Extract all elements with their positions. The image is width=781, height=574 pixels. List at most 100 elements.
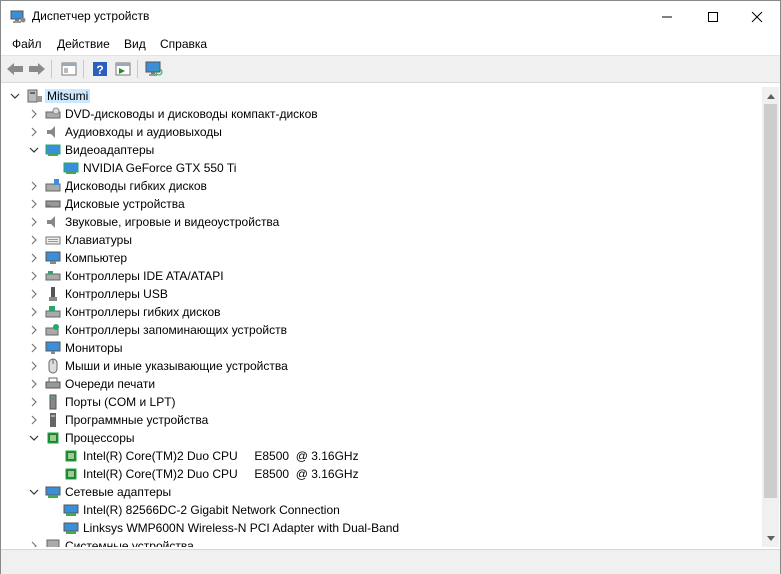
toolbar: ? bbox=[1, 55, 780, 83]
device-label: Intel(R) Core(TM)2 Duo CPU E8500 @ 3.16G… bbox=[83, 467, 359, 481]
tree-category-row[interactable]: Дисководы гибких дисков bbox=[1, 177, 761, 195]
toolbar-separator bbox=[51, 60, 52, 78]
window-title: Диспетчер устройств bbox=[32, 9, 150, 23]
help-button[interactable]: ? bbox=[90, 59, 110, 79]
tree-device-row[interactable]: Intel(R) Core(TM)2 Duo CPU E8500 @ 3.16G… bbox=[1, 447, 761, 465]
tree-category-row[interactable]: Мыши и иные указывающие устройства bbox=[1, 357, 761, 375]
tree-category-row[interactable]: Очереди печати bbox=[1, 375, 761, 393]
device-manager-app-icon bbox=[10, 10, 26, 24]
category-label: Дисковые устройства bbox=[65, 197, 185, 211]
expand-chevron-icon[interactable] bbox=[28, 324, 40, 336]
tree-category-row[interactable]: Контроллеры USB bbox=[1, 285, 761, 303]
expand-chevron-icon[interactable] bbox=[28, 378, 40, 390]
category-label: DVD-дисководы и дисководы компакт-дисков bbox=[65, 107, 318, 121]
properties-button[interactable] bbox=[113, 59, 133, 79]
category-label: Программные устройства bbox=[65, 413, 209, 427]
title-bar[interactable]: Диспетчер устройств bbox=[1, 1, 780, 33]
tree-device-row[interactable]: Intel(R) 82566DC-2 Gigabit Network Conne… bbox=[1, 501, 761, 519]
tree-device-row[interactable]: NVIDIA GeForce GTX 550 Ti bbox=[1, 159, 761, 177]
expand-chevron-icon[interactable] bbox=[28, 414, 40, 426]
tree-category-row[interactable]: Клавиатуры bbox=[1, 231, 761, 249]
category-label: Системные устройства bbox=[65, 539, 194, 547]
storage-controller-icon bbox=[45, 322, 61, 338]
close-button[interactable] bbox=[734, 1, 780, 33]
network-adapter-icon bbox=[63, 520, 79, 536]
tree-device-row[interactable]: Linksys WMP600N Wireless-N PCI Adapter w… bbox=[1, 519, 761, 537]
software-device-icon bbox=[45, 412, 61, 428]
floppy-drive-icon bbox=[45, 178, 61, 194]
network-adapter-icon bbox=[63, 502, 79, 518]
expand-chevron-icon[interactable] bbox=[28, 396, 40, 408]
tree-category-row[interactable]: Контроллеры IDE ATA/ATAPI bbox=[1, 267, 761, 285]
tree-device-row[interactable]: Intel(R) Core(TM)2 Duo CPU E8500 @ 3.16G… bbox=[1, 465, 761, 483]
collapse-chevron-icon[interactable] bbox=[28, 144, 40, 156]
expand-chevron-icon[interactable] bbox=[28, 288, 40, 300]
forward-button[interactable] bbox=[27, 59, 47, 79]
collapse-chevron-icon[interactable] bbox=[28, 486, 40, 498]
show-hide-console-tree-button[interactable] bbox=[59, 59, 79, 79]
menu-file[interactable]: Файл bbox=[10, 37, 44, 51]
scrollbar-thumb[interactable] bbox=[764, 104, 777, 498]
tree-root-row[interactable]: Mitsumi bbox=[1, 87, 761, 105]
expand-chevron-icon[interactable] bbox=[28, 360, 40, 372]
device-tree[interactable]: Mitsumi DVD-дисководы и дисководы компак… bbox=[1, 85, 762, 547]
tree-category-row[interactable]: Сетевые адаптеры bbox=[1, 483, 761, 501]
scroll-up-button[interactable] bbox=[762, 87, 779, 104]
tree-category-row[interactable]: Мониторы bbox=[1, 339, 761, 357]
tree-category-row[interactable]: Программные устройства bbox=[1, 411, 761, 429]
tree-category-row[interactable]: Контроллеры гибких дисков bbox=[1, 303, 761, 321]
properties-icon bbox=[115, 62, 131, 76]
expand-chevron-icon[interactable] bbox=[28, 342, 40, 354]
computer-icon bbox=[27, 88, 43, 104]
device-manager-window: Диспетчер устройств Файл Действие Вид Сп… bbox=[0, 0, 781, 574]
expand-chevron-icon[interactable] bbox=[28, 216, 40, 228]
floppy-controller-icon bbox=[45, 304, 61, 320]
category-label: Дисководы гибких дисков bbox=[65, 179, 207, 193]
minimize-icon bbox=[662, 16, 672, 18]
expand-chevron-icon[interactable] bbox=[28, 306, 40, 318]
expand-chevron-icon[interactable] bbox=[28, 126, 40, 138]
category-label: Порты (COM и LPT) bbox=[65, 395, 176, 409]
tree-category-row[interactable]: Дисковые устройства bbox=[1, 195, 761, 213]
tree-category-row[interactable]: Системные устройства bbox=[1, 537, 761, 547]
menu-view[interactable]: Вид bbox=[122, 37, 148, 51]
menu-help[interactable]: Справка bbox=[158, 37, 209, 51]
collapse-chevron-icon[interactable] bbox=[9, 90, 21, 102]
scroll-down-button[interactable] bbox=[762, 530, 779, 547]
expand-chevron-icon[interactable] bbox=[28, 108, 40, 120]
expand-chevron-icon[interactable] bbox=[28, 270, 40, 282]
maximize-button[interactable] bbox=[690, 1, 736, 33]
collapse-chevron-icon[interactable] bbox=[28, 432, 40, 444]
category-label: Контроллеры запоминающих устройств bbox=[65, 323, 287, 337]
tree-category-row[interactable]: Видеоадаптеры bbox=[1, 141, 761, 159]
usb-icon bbox=[45, 286, 61, 302]
back-button[interactable] bbox=[5, 59, 25, 79]
tree-category-row[interactable]: Компьютер bbox=[1, 249, 761, 267]
expand-chevron-icon[interactable] bbox=[28, 234, 40, 246]
category-label: Звуковые, игровые и видеоустройства bbox=[65, 215, 280, 229]
forward-arrow-icon bbox=[29, 63, 45, 75]
expand-chevron-icon[interactable] bbox=[28, 540, 40, 547]
tree-category-row[interactable]: Процессоры bbox=[1, 429, 761, 447]
minimize-button[interactable] bbox=[644, 1, 690, 33]
scan-hardware-icon bbox=[145, 61, 163, 76]
menu-bar: Файл Действие Вид Справка bbox=[1, 33, 780, 55]
expand-chevron-icon[interactable] bbox=[28, 180, 40, 192]
expand-chevron-icon[interactable] bbox=[28, 252, 40, 264]
tree-category-row[interactable]: Порты (COM и LPT) bbox=[1, 393, 761, 411]
expand-chevron-icon[interactable] bbox=[28, 198, 40, 210]
tree-category-row[interactable]: Звуковые, игровые и видеоустройства bbox=[1, 213, 761, 231]
device-label: Linksys WMP600N Wireless-N PCI Adapter w… bbox=[83, 521, 400, 535]
console-tree-icon bbox=[61, 62, 77, 76]
tree-category-row[interactable]: Аудиовходы и аудиовыходы bbox=[1, 123, 761, 141]
category-label: Мыши и иные указывающие устройства bbox=[65, 359, 288, 373]
vertical-scrollbar[interactable] bbox=[762, 87, 779, 547]
menu-action[interactable]: Действие bbox=[55, 37, 112, 51]
ide-controller-icon bbox=[45, 268, 61, 284]
scan-hardware-button[interactable] bbox=[144, 59, 164, 79]
tree-category-row[interactable]: Контроллеры запоминающих устройств bbox=[1, 321, 761, 339]
help-icon: ? bbox=[93, 62, 107, 77]
device-label: Intel(R) Core(TM)2 Duo CPU E8500 @ 3.16G… bbox=[83, 449, 359, 463]
speaker-icon bbox=[45, 214, 61, 230]
tree-category-row[interactable]: DVD-дисководы и дисководы компакт-дисков bbox=[1, 105, 761, 123]
